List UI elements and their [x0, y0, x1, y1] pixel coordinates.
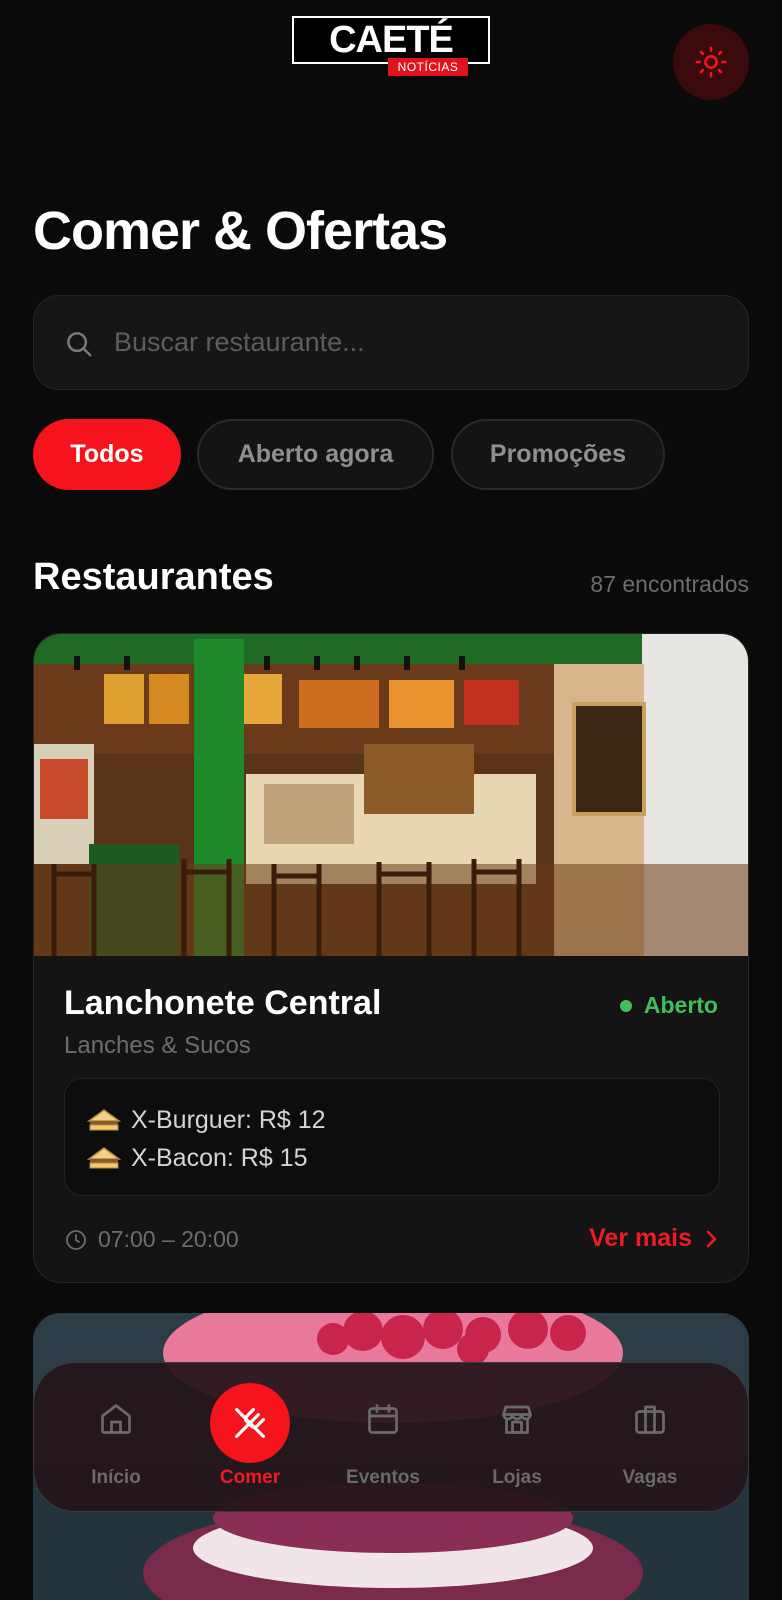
restaurant-card[interactable]: Lanchonete Central Aberto Lanches & Suco… — [33, 633, 749, 1283]
see-more-link[interactable]: Ver mais — [589, 1224, 718, 1253]
opening-hours: 07:00 – 20:00 — [64, 1226, 239, 1253]
sun-icon — [695, 46, 727, 78]
nav-label: Lojas — [492, 1467, 542, 1488]
deals-box: X-Burguer: R$ 12 X-Bacon: R$ 15 — [64, 1078, 720, 1196]
nav-label: Eventos — [346, 1467, 420, 1488]
deal-text: X-Bacon: R$ 15 — [131, 1143, 308, 1172]
nav-item-vagas[interactable]: Vagas — [590, 1363, 710, 1513]
brand-name: CAETÉ — [329, 19, 454, 61]
see-more-label: Ver mais — [589, 1224, 692, 1252]
nav-item-eventos[interactable]: Eventos — [323, 1363, 443, 1513]
app-header: CAETÉ NOTÍCIAS — [0, 0, 782, 110]
status-dot-icon — [619, 999, 632, 1012]
search-bar[interactable] — [33, 295, 749, 390]
status-label: Aberto — [643, 992, 718, 1018]
deal-item: X-Bacon: R$ 15 — [87, 1139, 697, 1177]
nav-label: Comer — [219, 1467, 281, 1488]
hours-text: 07:00 – 20:00 — [98, 1226, 239, 1252]
nav-item-lojas[interactable]: Lojas — [457, 1363, 577, 1513]
page-title: Comer & Ofertas — [33, 201, 448, 261]
chevron-right-icon — [706, 1230, 717, 1247]
status-badge: Aberto — [619, 992, 718, 1019]
restaurant-category: Lanches & Sucos — [64, 1032, 251, 1059]
briefcase-icon — [635, 1405, 665, 1434]
brand-tagline: NOTÍCIAS — [388, 58, 468, 76]
store-icon — [502, 1405, 532, 1434]
theme-toggle-button[interactable] — [673, 24, 749, 100]
filter-chip-todos[interactable]: Todos — [33, 419, 181, 490]
nav-item-comer[interactable]: Comer — [190, 1363, 310, 1513]
section-title: Restaurantes — [33, 556, 274, 598]
search-icon — [67, 332, 92, 357]
brand-logo[interactable]: CAETÉ NOTÍCIAS — [292, 16, 490, 76]
nav-item-inicio[interactable]: Início — [56, 1363, 176, 1513]
sandwich-icon — [87, 1147, 121, 1169]
search-input[interactable] — [114, 296, 714, 389]
bottom-nav: Início Comer Eventos Lojas Vagas — [33, 1362, 749, 1512]
results-count: 87 encontrados — [590, 571, 749, 597]
calendar-icon — [368, 1404, 398, 1434]
nav-label: Vagas — [622, 1467, 678, 1488]
clock-icon — [66, 1229, 86, 1250]
sandwich-icon — [87, 1109, 121, 1131]
utensils-icon — [235, 1408, 265, 1438]
filter-chip-promocoes[interactable]: Promoções — [451, 419, 665, 490]
nav-label: Início — [91, 1467, 141, 1488]
restaurant-photo — [34, 634, 748, 956]
deal-item: X-Burguer: R$ 12 — [87, 1101, 697, 1139]
home-icon — [101, 1404, 131, 1434]
restaurant-name: Lanchonete Central — [64, 984, 382, 1022]
deal-text: X-Burguer: R$ 12 — [131, 1105, 326, 1134]
filter-chip-aberto-agora[interactable]: Aberto agora — [197, 419, 434, 490]
nav-active-indicator — [210, 1383, 290, 1463]
